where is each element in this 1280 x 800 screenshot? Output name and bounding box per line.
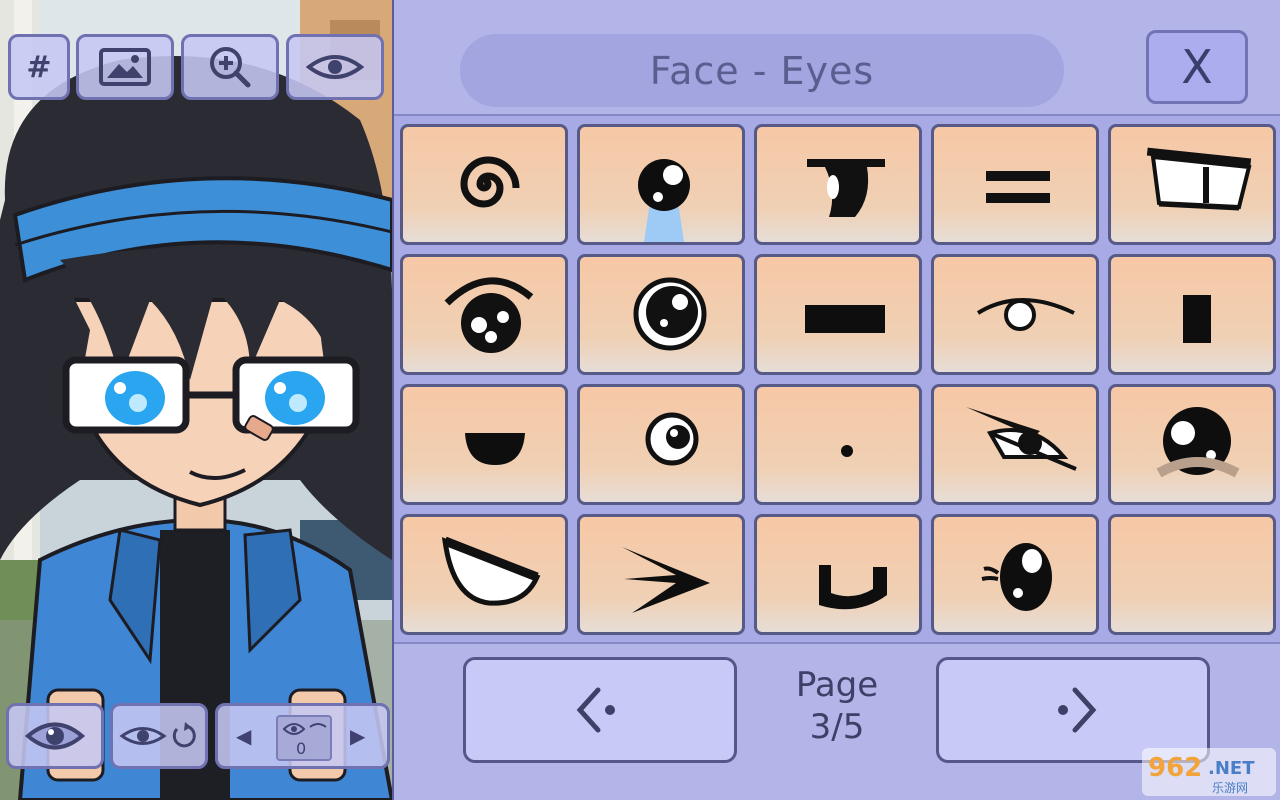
eye-option-sleepy[interactable] (931, 254, 1099, 375)
stepper-right-icon[interactable]: ▶ (350, 724, 365, 748)
lashed-eye-icon (981, 543, 1052, 611)
happy-closed-eye-icon (441, 536, 541, 606)
eye-option-lashed[interactable] (931, 514, 1099, 635)
grid-icon: # (26, 49, 52, 85)
half-shut-eye-icon (807, 159, 885, 217)
eye-icon (306, 55, 364, 79)
watermark-brand: 962 (1148, 753, 1202, 783)
chevron-left-icon (576, 687, 615, 733)
visibility-button[interactable] (286, 34, 384, 100)
page-indicator: Page 3/5 (787, 664, 887, 748)
eye-option-half-shut[interactable] (754, 124, 922, 245)
angry-eye-icon (966, 407, 1077, 471)
semicircle-eye-icon (465, 433, 525, 465)
sad-round-eye-icon (1156, 407, 1240, 478)
eye-option-angry[interactable] (931, 384, 1099, 505)
zoom-button[interactable] (181, 34, 279, 100)
eye-option-flat-bar[interactable] (754, 254, 922, 375)
character-preview: # ◀ 0 ▶ (0, 0, 392, 800)
vertical-bar-eye-icon (1183, 295, 1211, 343)
grid-toggle-button[interactable]: # (8, 34, 70, 100)
eye-option-dot[interactable] (754, 384, 922, 505)
arrow-eye-icon (622, 547, 710, 613)
sparkle-eye-icon (444, 277, 534, 353)
close-button[interactable]: X (1146, 30, 1248, 104)
eye-option-sad-round[interactable] (1108, 384, 1276, 505)
pose-value: 0 (296, 739, 307, 758)
eye-option-small-round[interactable] (577, 384, 745, 505)
watermark-suffix: .NET (1208, 758, 1255, 779)
page-number: 3/5 (809, 707, 865, 747)
side-glance-eye-icon (1146, 147, 1252, 211)
toggle-visibility-button[interactable] (6, 703, 104, 769)
site-watermark: 962 .NET 乐游网 (1142, 748, 1276, 796)
reset-view-button[interactable] (110, 703, 208, 769)
page-label: Page (795, 665, 879, 705)
teary-eye-icon (638, 159, 690, 242)
image-icon (99, 48, 151, 86)
eye-selection-panel: Face - Eyes X Page 3/5 (392, 0, 1280, 800)
prev-page-button[interactable] (463, 657, 737, 763)
eye-option-shiny-round[interactable] (577, 254, 745, 375)
shiny-round-eye-icon (633, 277, 707, 351)
flat-bar-eye-icon (805, 305, 885, 333)
u-shaped-eye-icon (819, 565, 887, 610)
equal-lines-eye-icon (986, 171, 1050, 203)
eye-option-arrow[interactable] (577, 514, 745, 635)
spiral-eye-icon (460, 156, 520, 208)
eye-option-happy-closed[interactable] (400, 514, 568, 635)
eye-option-equal-lines[interactable] (931, 124, 1099, 245)
panel-title-bar: Face - Eyes (460, 34, 1064, 107)
eye-options-grid (394, 114, 1280, 644)
eye-icon (25, 722, 85, 750)
sleepy-eye-icon (976, 298, 1075, 331)
zoom-in-icon (210, 47, 251, 88)
background-image-button[interactable] (76, 34, 174, 100)
character-scene (0, 0, 392, 800)
chevron-right-icon (1058, 687, 1097, 733)
dot-eye-icon (841, 445, 853, 457)
eye-option-teary[interactable] (577, 124, 745, 245)
eye-preview-icon (282, 723, 327, 735)
panel-title: Face - Eyes (649, 48, 875, 93)
eye-option-u-shaped[interactable] (754, 514, 922, 635)
eye-option-vertical-bar[interactable] (1108, 254, 1276, 375)
watermark-subtitle: 乐游网 (1212, 781, 1248, 795)
eye-reset-icon (119, 722, 196, 748)
eye-option-spiral[interactable] (400, 124, 568, 245)
small-round-eye-icon (645, 412, 699, 466)
pose-stepper: ◀ 0 ▶ (215, 703, 390, 769)
eye-option-semicircle[interactable] (400, 384, 568, 505)
stepper-left-icon[interactable]: ◀ (236, 724, 251, 748)
eye-option-side-glance[interactable] (1108, 124, 1276, 245)
close-icon: X (1181, 40, 1213, 94)
eye-option-sparkle[interactable] (400, 254, 568, 375)
eye-option-empty[interactable] (1108, 514, 1276, 635)
